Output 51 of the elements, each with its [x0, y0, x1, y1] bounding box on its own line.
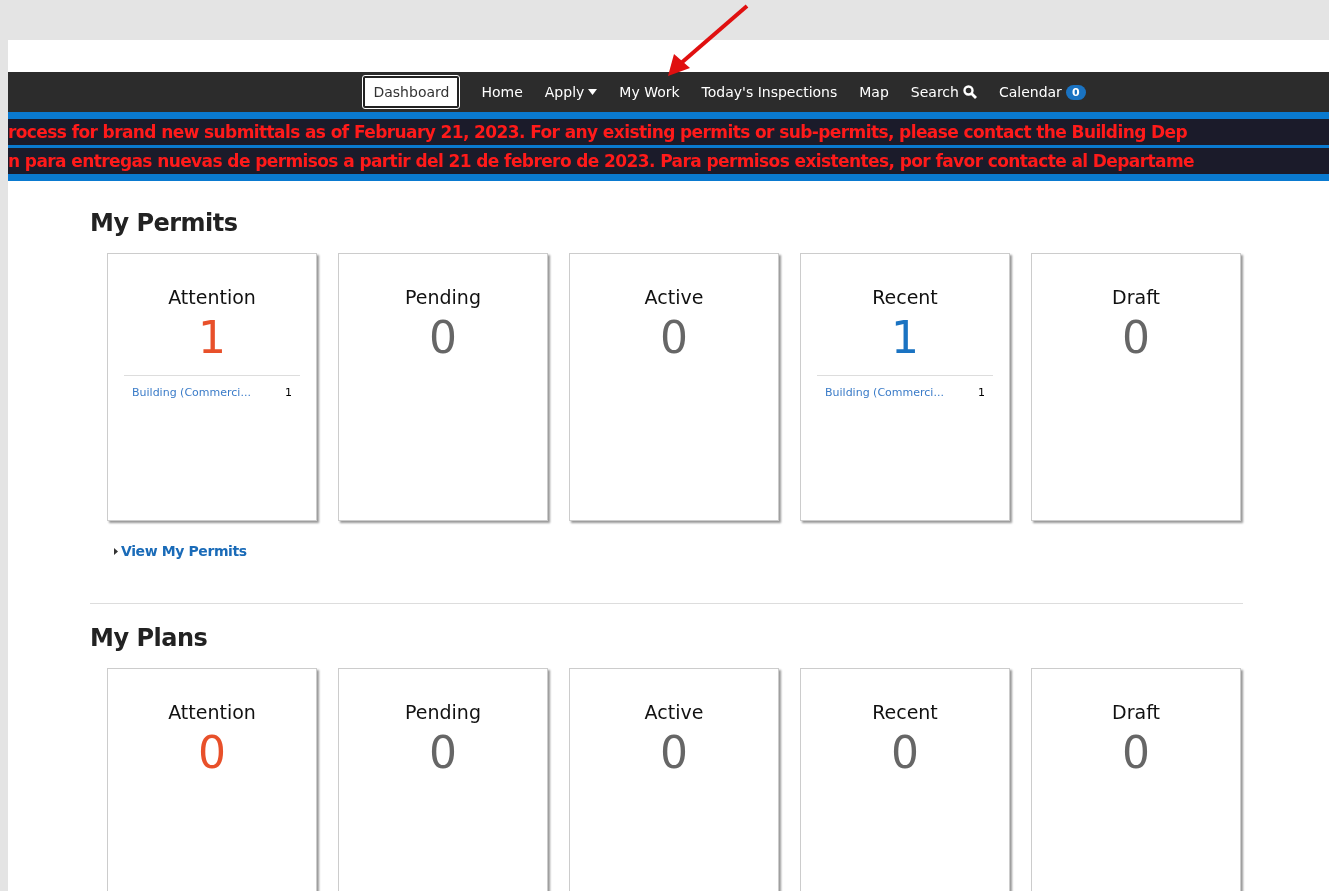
nav-item[interactable]: Search [902, 78, 985, 106]
card-title: Active [643, 701, 705, 723]
card-title: Recent [871, 286, 939, 308]
card-title: Pending [404, 701, 482, 723]
caret-icon [114, 547, 118, 555]
view-permits-link[interactable]: View My Permits [121, 543, 247, 559]
card-count: 0 [197, 727, 227, 778]
card-count: 0 [890, 727, 920, 778]
announcement-text: n para entregas nuevas de permisos a partir del 21 de febrero de 2023. Para permisos existentes, por favor contacte al Departame [8, 151, 1194, 171]
status-card[interactable]: Attention 1 Building (Commerci... 1 [107, 253, 317, 521]
card-title: Active [643, 286, 705, 308]
nav-item[interactable]: Today's Inspections [693, 78, 846, 106]
nav-item[interactable]: Map [851, 78, 897, 106]
section-title: My Plans [90, 624, 209, 652]
permit-type-link[interactable]: Building (Commerci... [825, 386, 944, 399]
nav-item[interactable]: Dashboard [363, 76, 460, 108]
section-title: My Permits [90, 209, 239, 237]
count-badge: 0 [1065, 84, 1086, 100]
card-title: Pending [404, 286, 482, 308]
card-count: 0 [659, 727, 689, 778]
status-card[interactable]: Recent 1 Building (Commerci... 1 [800, 253, 1010, 521]
caret-icon [588, 89, 598, 95]
card-count: 0 [1121, 312, 1151, 363]
status-card[interactable]: Draft 0 [1031, 668, 1241, 891]
card-title: Recent [871, 701, 939, 723]
status-card[interactable]: Active 0 [569, 253, 779, 521]
card-count: 0 [428, 312, 458, 363]
nav-item[interactable]: Calendar 0 [990, 78, 1094, 106]
card-title: Attention [167, 286, 257, 308]
card-count: 0 [428, 727, 458, 778]
card-title: Attention [167, 701, 257, 723]
nav-item[interactable]: Home [473, 78, 531, 106]
status-card[interactable]: Pending 0 [338, 668, 548, 891]
status-card[interactable]: Active 0 [569, 668, 779, 891]
card-count: 0 [1121, 727, 1151, 778]
nav-item[interactable]: Apply [536, 78, 606, 106]
announcement-text: rocess for brand new submittals as of February 21, 2023. For any existing permits or sub-permits, please contact the Building Dep [8, 122, 1188, 142]
status-card[interactable]: Draft 0 [1031, 253, 1241, 521]
status-card[interactable]: Attention 0 [107, 668, 317, 891]
status-card[interactable]: Pending 0 [338, 253, 548, 521]
row-count: 1 [285, 386, 292, 399]
permit-type-link[interactable]: Building (Commerci... [132, 386, 251, 399]
card-title: Draft [1111, 701, 1161, 723]
status-card[interactable]: Recent 0 [800, 668, 1010, 891]
card-count: 1 [890, 312, 920, 363]
card-count: 1 [197, 312, 227, 363]
search-icon [962, 85, 977, 99]
row-count: 1 [978, 386, 985, 399]
card-title: Draft [1111, 286, 1161, 308]
card-count: 0 [659, 312, 689, 363]
nav-item[interactable]: My Work [611, 78, 688, 106]
